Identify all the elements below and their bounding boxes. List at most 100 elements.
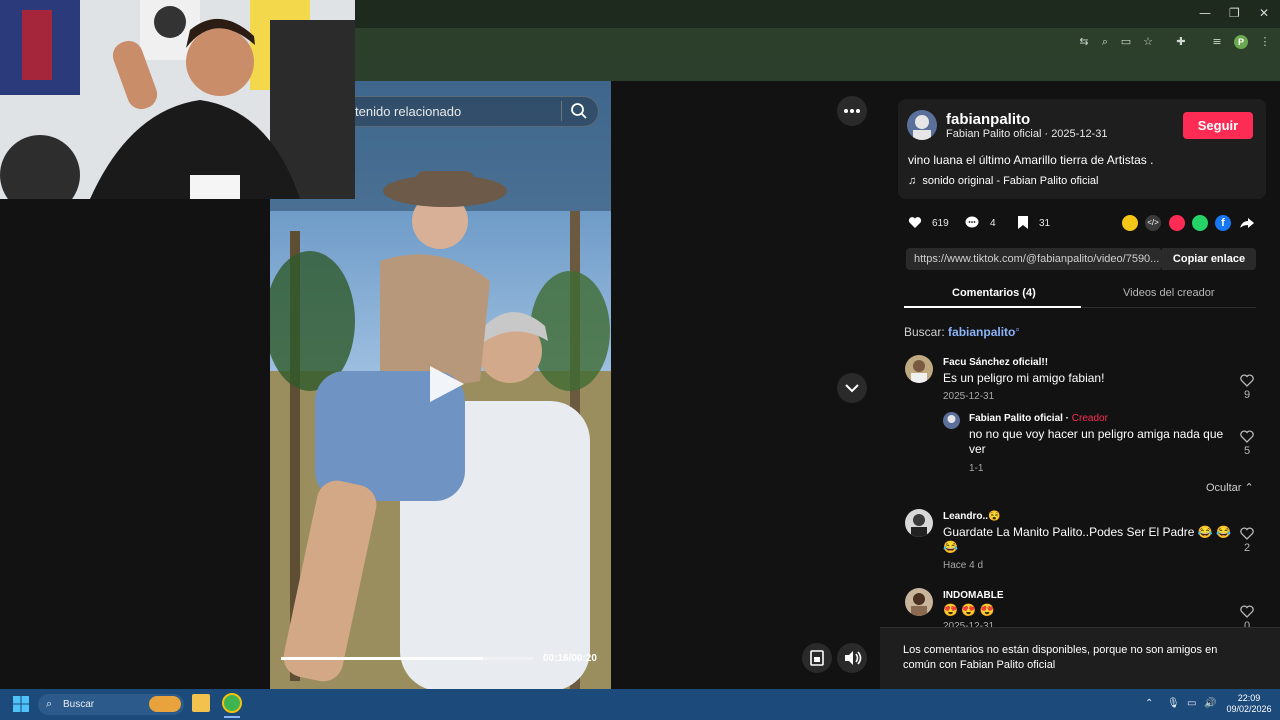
speaker-icon[interactable]: 🔊 bbox=[1204, 698, 1216, 709]
windows-start-icon[interactable] bbox=[13, 696, 29, 712]
search-highlight-image bbox=[149, 696, 181, 712]
reply-avatar[interactable] bbox=[943, 412, 960, 429]
comment-like-count: 2 bbox=[1243, 542, 1251, 554]
commenter-avatar[interactable] bbox=[905, 509, 933, 537]
comment-author[interactable]: Facu Sánchez oficial!! bbox=[943, 357, 1048, 368]
volume-button[interactable] bbox=[837, 643, 867, 673]
comment-icon[interactable] bbox=[965, 216, 979, 229]
progress-fill bbox=[281, 657, 483, 660]
reply-like-icon[interactable] bbox=[1240, 430, 1254, 443]
search-suggestion[interactable]: Buscar: fabianpalito⌕ bbox=[904, 325, 1020, 339]
reply-text-line1: no no que voy hacer un peligro amiga nad… bbox=[969, 427, 1224, 441]
comment-date: 2025-12-31 bbox=[943, 391, 995, 402]
search-suggestion-prefix: Buscar: bbox=[904, 325, 945, 339]
system-clock[interactable]: 22:09 09/02/2026 bbox=[1224, 693, 1274, 715]
active-app-indicator bbox=[224, 716, 240, 718]
creator-badge: Creador bbox=[1071, 413, 1108, 424]
progress-bar[interactable] bbox=[281, 657, 533, 660]
post-description: vino luana el último Amarillo tierra de … bbox=[908, 153, 1154, 167]
send-icon[interactable] bbox=[1169, 215, 1185, 231]
post-date: 2025-12-31 bbox=[1051, 128, 1108, 140]
reply-date: 1-1 bbox=[969, 463, 984, 474]
tray-chevron-up-icon[interactable]: ⌃ bbox=[1145, 698, 1153, 709]
microphone-icon[interactable]: 🎙 bbox=[1167, 698, 1180, 709]
search-small-icon: ⌕ bbox=[1015, 325, 1020, 334]
facebook-icon[interactable]: f bbox=[1215, 215, 1231, 231]
video-link-field[interactable]: https://www.tiktok.com/@fabianpalito/vid… bbox=[906, 248, 1162, 270]
cast-icon[interactable]: ▭ bbox=[1119, 35, 1133, 49]
comments-unavailable-notice: Los comentarios no están disponibles, po… bbox=[903, 644, 1218, 671]
play-icon[interactable] bbox=[424, 362, 468, 406]
minimize-button[interactable]: — bbox=[1199, 6, 1211, 20]
comment-date: Hace 4 d bbox=[943, 560, 984, 571]
chevron-down-icon bbox=[845, 384, 859, 393]
comment-count: 4 bbox=[990, 218, 996, 229]
creator-display-name[interactable]: Fabian Palito oficial bbox=[946, 128, 1041, 140]
zoom-icon[interactable]: ⌕ bbox=[1098, 35, 1112, 49]
copy-link-button[interactable]: Copiar enlace bbox=[1162, 248, 1256, 270]
creator-username[interactable]: fabianpalito bbox=[946, 111, 1030, 128]
search-icon[interactable] bbox=[570, 102, 588, 120]
follow-button[interactable]: Seguir bbox=[1183, 112, 1253, 139]
tab-creator-videos[interactable]: Videos del creador bbox=[1123, 287, 1215, 299]
hide-replies-label: Ocultar bbox=[1206, 482, 1242, 494]
translate-icon[interactable]: ⇆ bbox=[1077, 35, 1091, 49]
share-arrow-icon[interactable] bbox=[1239, 215, 1255, 231]
comment-like-icon[interactable] bbox=[1240, 374, 1254, 387]
file-explorer-icon[interactable] bbox=[192, 694, 210, 712]
comment-like-count: 9 bbox=[1243, 389, 1251, 401]
reply-author-line: Fabian Palito oficial · Creador bbox=[969, 413, 1108, 424]
network-icon[interactable]: ▭ bbox=[1187, 698, 1196, 709]
active-tab-indicator bbox=[904, 306, 1081, 308]
whatsapp-icon[interactable] bbox=[1192, 215, 1208, 231]
search-input[interactable]: tenido relacionado bbox=[355, 104, 461, 119]
like-icon[interactable] bbox=[908, 216, 922, 229]
restore-button[interactable]: ❐ bbox=[1229, 6, 1240, 20]
bookmark-icon[interactable] bbox=[1016, 216, 1030, 229]
chevron-up-icon: ⌃ bbox=[1244, 482, 1254, 494]
extensions-icon[interactable]: ✚ bbox=[1174, 35, 1188, 49]
tab-comments[interactable]: Comentarios (4) bbox=[952, 287, 1036, 299]
comment-text-line1: Guardate La Manito Palito..Podes Ser El … bbox=[943, 525, 1232, 539]
bookmark-star-icon[interactable]: ☆ bbox=[1141, 35, 1155, 49]
profile-avatar[interactable]: P bbox=[1234, 35, 1248, 49]
next-video-button[interactable] bbox=[837, 373, 867, 403]
comment-author[interactable]: Leandro..😵 bbox=[943, 511, 1000, 522]
save-count: 31 bbox=[1039, 218, 1051, 229]
floating-player-button[interactable] bbox=[802, 643, 832, 673]
volume-icon bbox=[845, 651, 862, 665]
webcam-overlay bbox=[0, 0, 355, 199]
comment-like-icon[interactable] bbox=[1240, 527, 1254, 540]
video-time: 00:16/00:20 bbox=[543, 653, 597, 664]
reply-like-count: 5 bbox=[1243, 445, 1251, 457]
embed-icon[interactable]: </> bbox=[1145, 215, 1161, 231]
comment-like-icon[interactable] bbox=[1240, 605, 1254, 618]
repost-icon[interactable] bbox=[1122, 215, 1138, 231]
search-suggestion-term: fabianpalito bbox=[948, 325, 1016, 339]
commenter-avatar[interactable] bbox=[905, 588, 933, 616]
close-window-button[interactable]: ✕ bbox=[1259, 6, 1269, 20]
taskbar-search-icon: ⌕ bbox=[46, 697, 53, 710]
sound-link[interactable]: ♫ sonido original - Fabian Palito oficia… bbox=[908, 175, 1098, 187]
comment-text: Es un peligro mi amigo fabian! bbox=[943, 371, 1105, 385]
reply-text-line2: ver bbox=[969, 442, 986, 456]
hide-replies-button[interactable]: Ocultar ⌃ bbox=[1206, 481, 1254, 494]
creator-avatar[interactable] bbox=[907, 110, 937, 140]
chrome-icon[interactable] bbox=[222, 693, 242, 713]
media-icon[interactable]: ≡ bbox=[1210, 35, 1224, 49]
ellipsis-icon bbox=[844, 109, 860, 113]
webcam-image bbox=[0, 0, 355, 199]
clock-date: 09/02/2026 bbox=[1226, 704, 1272, 714]
search-divider bbox=[561, 101, 562, 121]
comment-text-line2: 😂 bbox=[943, 540, 958, 554]
commenter-avatar[interactable] bbox=[905, 355, 933, 383]
comment-text: 😍 😍 😍 bbox=[943, 603, 995, 617]
more-options-button[interactable] bbox=[837, 96, 867, 126]
pip-icon bbox=[810, 650, 824, 666]
menu-icon[interactable]: ⋮ bbox=[1258, 35, 1272, 49]
music-note-icon: ♫ bbox=[908, 175, 917, 187]
reply-author[interactable]: Fabian Palito oficial bbox=[969, 413, 1063, 424]
sound-label: sonido original - Fabian Palito oficial bbox=[922, 175, 1099, 187]
separator-dot: · bbox=[1044, 128, 1049, 140]
comment-author[interactable]: INDOMABLE bbox=[943, 590, 1004, 601]
